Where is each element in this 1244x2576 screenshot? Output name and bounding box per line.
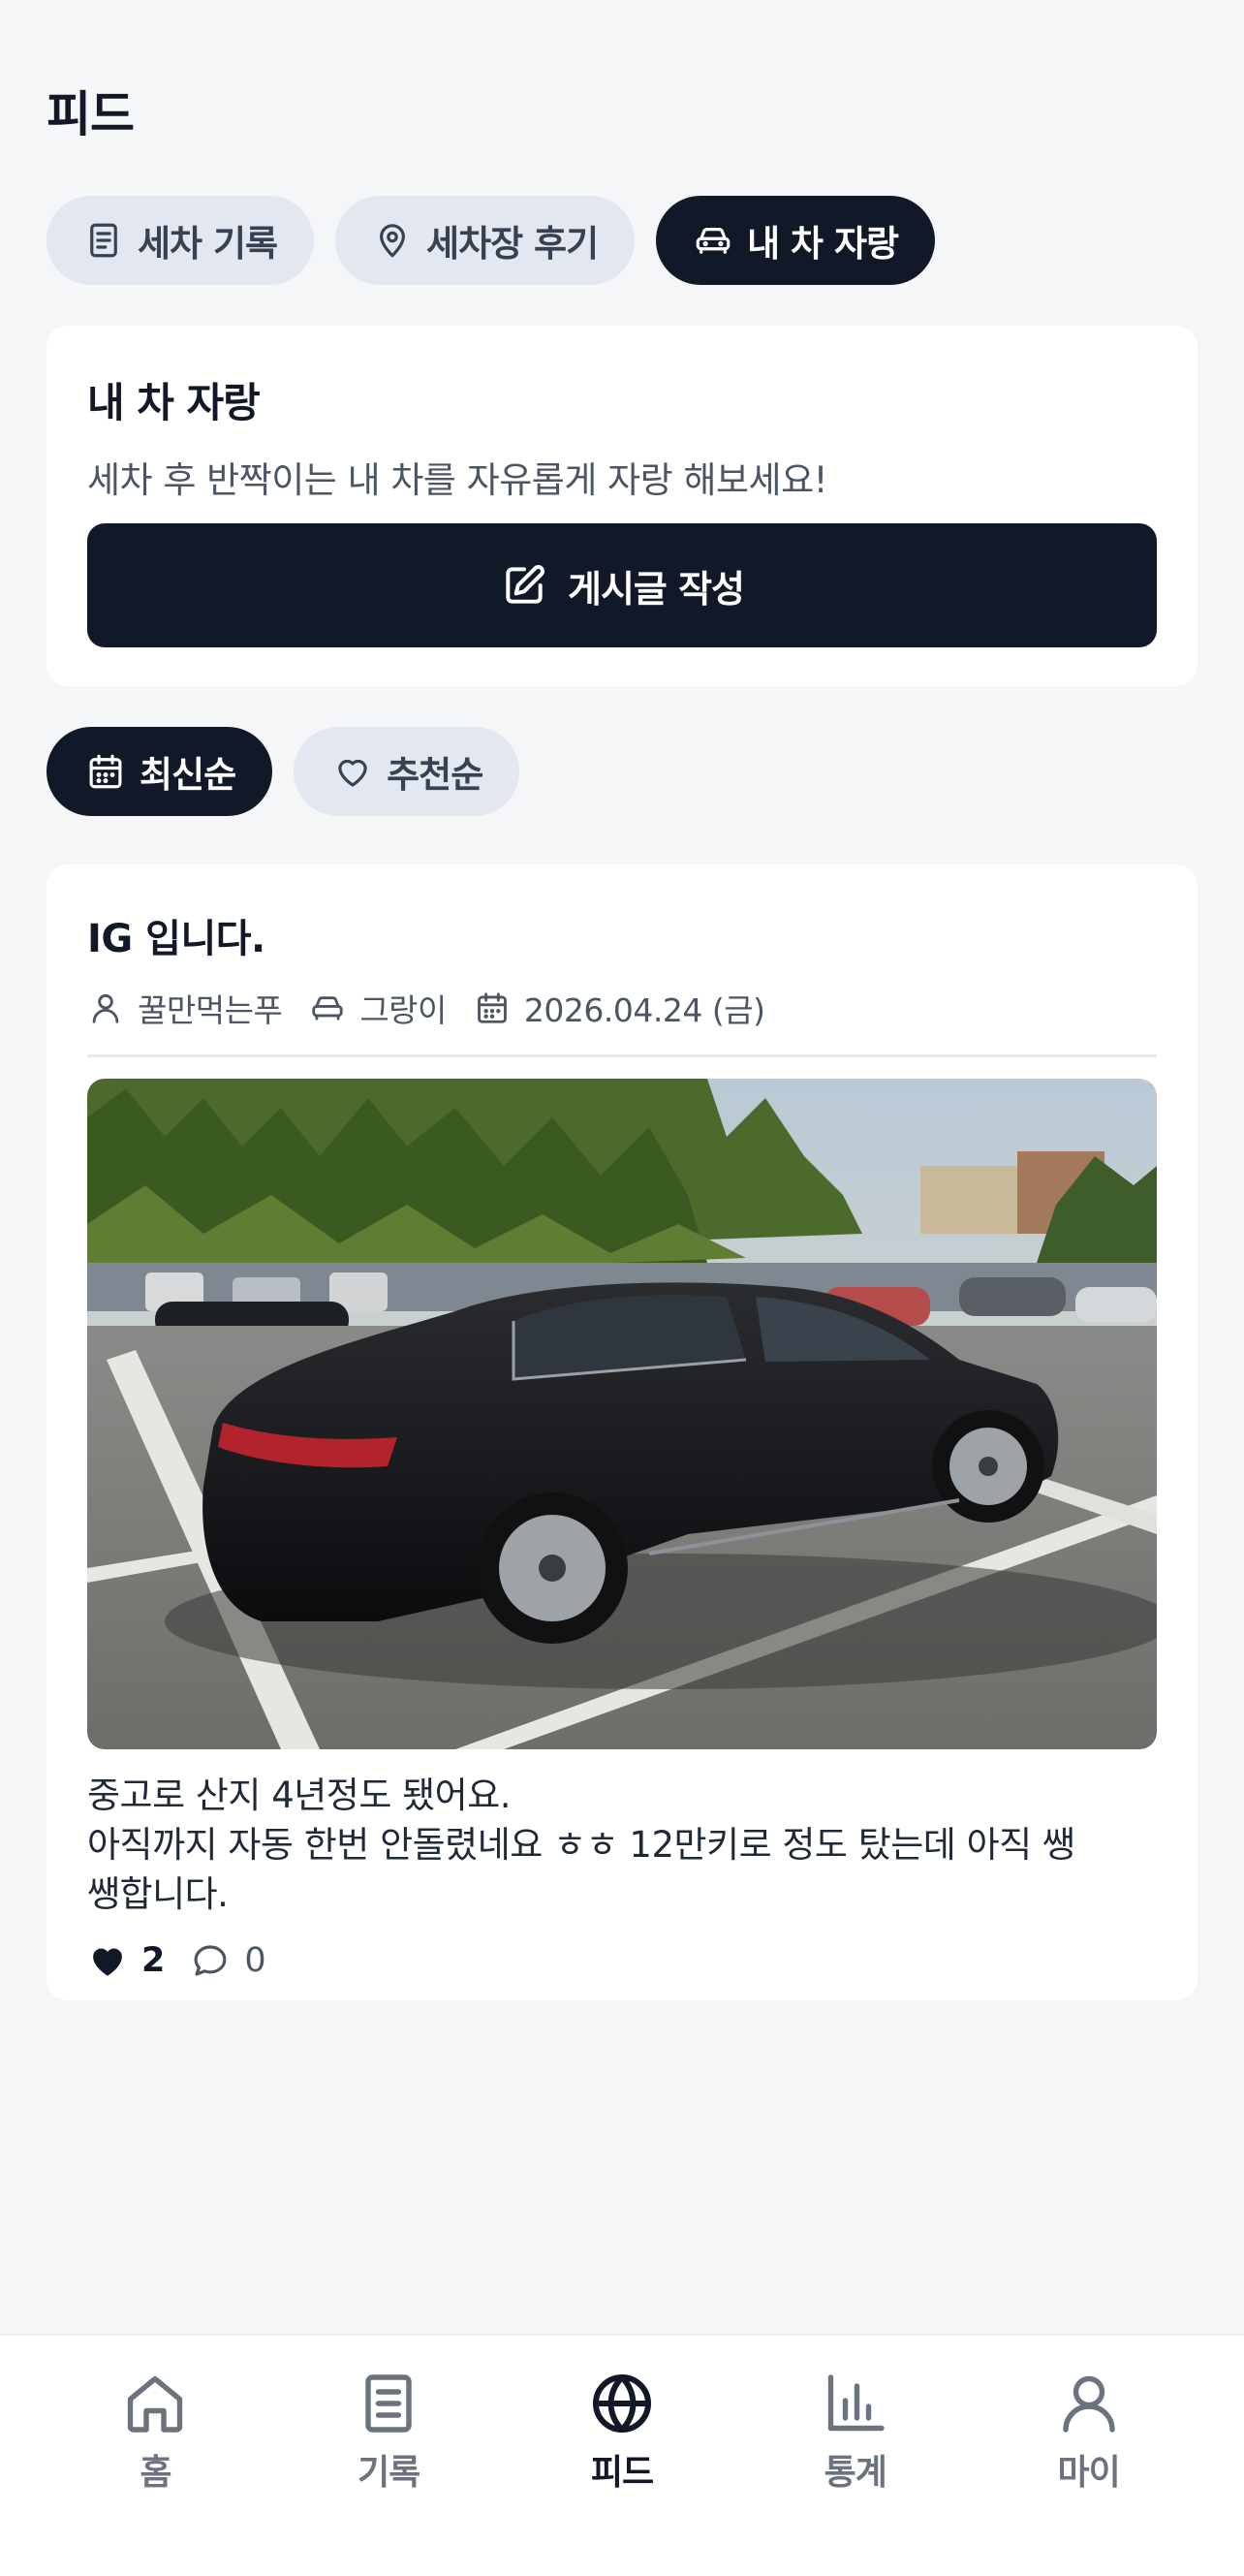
post-meta: 꿀만먹는푸 그랑이 2026.04.24 (금) (87, 985, 1157, 1057)
book-icon (365, 2374, 412, 2433)
user-icon (92, 993, 119, 1023)
nav-my[interactable]: 마이 (1011, 2369, 1166, 2576)
comment-icon (194, 1945, 227, 1976)
tab-show-off-car[interactable]: 내 차 자랑 (656, 196, 936, 285)
post-date: 2026.04.24 (금) (474, 985, 765, 1031)
post-body-line: 중고로 산지 4년정도 됐어요. (87, 1775, 512, 1816)
intro-description: 세차 후 반짝이는 내 차를 자유롭게 자랑 해보세요! (87, 459, 827, 501)
calendar-icon (478, 992, 507, 1023)
nav-feed-label: 피드 (590, 2453, 654, 2493)
calendar-icon (89, 754, 122, 789)
tab-carwash-review[interactable]: 세차장 후기 (335, 196, 636, 285)
category-tabs: 세차 기록 세차장 후기 내 차 자랑 (47, 196, 936, 285)
tab-wash-log-label: 세차 기록 (138, 223, 278, 265)
post-car-name: 그랑이 (359, 991, 447, 1029)
document-icon (90, 223, 117, 258)
user-icon (1062, 2375, 1115, 2433)
heart-icon (338, 759, 367, 787)
sort-tabs: 최신순 추천순 (47, 727, 520, 816)
nav-stats-label: 통계 (824, 2453, 887, 2493)
pencil-square-icon (506, 565, 544, 604)
nav-my-label: 마이 (1057, 2453, 1120, 2493)
post-date-text: 2026.04.24 (금) (523, 991, 765, 1029)
post-title: IG 입니다. (87, 917, 265, 961)
sort-latest-label: 최신순 (140, 754, 236, 796)
like-button[interactable]: 2 (87, 1940, 165, 1981)
nav-home[interactable]: 홈 (78, 2369, 233, 2576)
home-icon (128, 2375, 183, 2433)
tab-carwash-review-label: 세차장 후기 (426, 223, 599, 265)
page-title: 피드 (47, 86, 135, 142)
nav-stats[interactable]: 통계 (778, 2369, 933, 2576)
nav-home-label: 홈 (140, 2453, 171, 2493)
nav-feed[interactable]: 피드 (544, 2369, 700, 2576)
tab-show-off-car-label: 내 차 자랑 (747, 223, 899, 265)
sort-recommended-label: 추천순 (387, 754, 483, 796)
post-body: 중고로 산지 4년정도 됐어요. 아직까지 자동 한번 안돌렸네요 ㅎㅎ 12만… (87, 1771, 1157, 1919)
post-card[interactable]: IG 입니다. 꿀만먹는푸 그랑이 2026.04.24 (금) 중고로 산지 … (47, 864, 1197, 2000)
map-pin-icon (380, 224, 405, 258)
comment-button[interactable]: 0 (190, 1940, 266, 1981)
write-post-button[interactable]: 게시글 작성 (87, 523, 1157, 647)
post-stats: 2 0 (87, 1940, 1157, 1981)
post-photo[interactable] (87, 1079, 1157, 1749)
nav-records[interactable]: 기록 (311, 2369, 466, 2576)
car-photo (87, 1079, 1157, 1749)
car-icon (312, 996, 343, 1021)
post-author-name: 꿀만먹는푸 (138, 991, 283, 1029)
post-car: 그랑이 (309, 985, 447, 1031)
heart-filled-icon (93, 1948, 122, 1976)
intro-title: 내 차 자랑 (87, 379, 261, 426)
car-icon (696, 228, 731, 254)
post-body-line: 아직까지 자동 한번 안돌렸네요 ㅎㅎ 12만키로 정도 탔는데 아직 쌩 (87, 1824, 1075, 1866)
comment-count: 0 (244, 1941, 266, 1980)
tab-wash-log[interactable]: 세차 기록 (47, 196, 315, 285)
sort-recommended[interactable]: 추천순 (294, 727, 520, 816)
bottom-nav: 홈 기록 피드 통계 마이 (0, 2334, 1244, 2576)
nav-records-label: 기록 (358, 2453, 420, 2493)
write-post-label: 게시글 작성 (567, 567, 745, 611)
sort-latest[interactable]: 최신순 (47, 727, 273, 816)
intro-card: 내 차 자랑 세차 후 반짝이는 내 차를 자유롭게 자랑 해보세요! 게시글 … (47, 326, 1197, 686)
bar-chart-icon (827, 2374, 885, 2432)
post-body-line: 쌩합니다. (87, 1873, 229, 1915)
globe-icon (592, 2374, 651, 2433)
post-author: 꿀만먹는푸 (87, 985, 283, 1031)
like-count: 2 (141, 1941, 166, 1980)
